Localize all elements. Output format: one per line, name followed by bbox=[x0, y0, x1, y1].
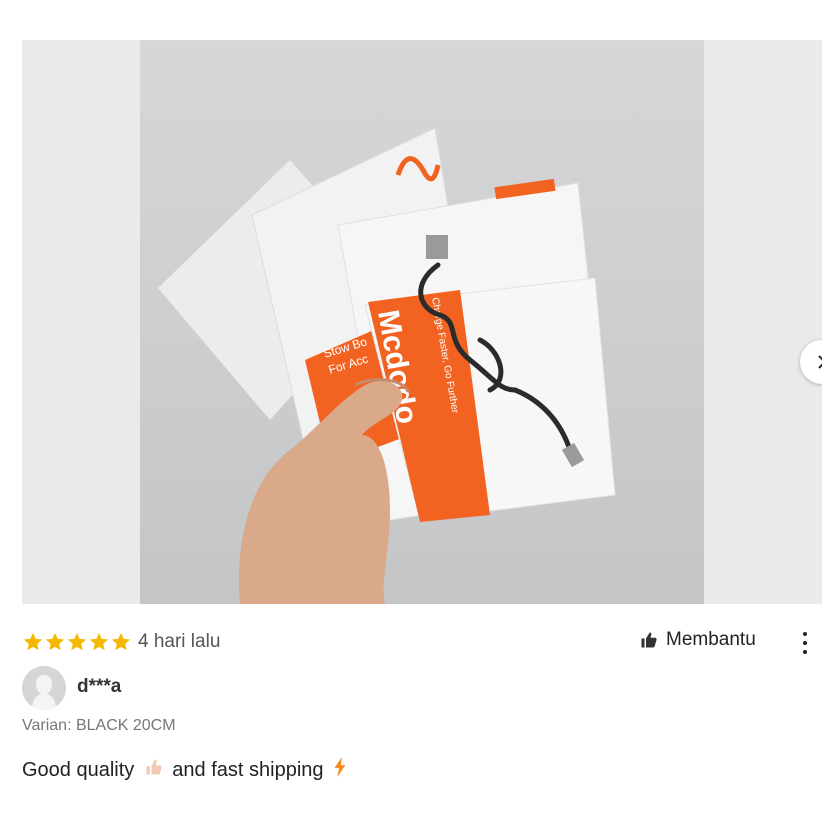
review-text-part-2: and fast shipping bbox=[172, 758, 324, 781]
review-text: Good quality and fast shipping bbox=[22, 757, 356, 783]
thumbs-up-emoji-icon bbox=[144, 757, 164, 783]
star-rating bbox=[22, 631, 132, 653]
avatar bbox=[22, 666, 66, 710]
review-time: 4 hari lalu bbox=[138, 631, 221, 652]
rating-row: 4 hari lalu bbox=[22, 628, 220, 656]
usb-connector bbox=[426, 235, 448, 259]
review-image-gallery[interactable]: Stow Bo For Acc Mcdodo Charge Faster, Go… bbox=[22, 40, 822, 604]
more-options-button[interactable] bbox=[793, 628, 817, 658]
star-icon bbox=[67, 632, 87, 651]
next-image-button[interactable] bbox=[800, 340, 822, 384]
review-text-part-1: Good quality bbox=[22, 758, 135, 781]
star-icon bbox=[89, 632, 109, 651]
chevron-right-icon bbox=[818, 355, 822, 369]
username: d***a bbox=[77, 676, 122, 697]
thumbs-up-icon bbox=[641, 632, 657, 648]
review-photo[interactable]: Stow Bo For Acc Mcdodo Charge Faster, Go… bbox=[140, 40, 704, 604]
lightning-emoji-icon bbox=[332, 757, 348, 783]
helpful-button[interactable]: Membantu bbox=[640, 629, 756, 651]
star-icon bbox=[111, 632, 131, 651]
user-silhouette-icon bbox=[22, 666, 66, 710]
variant-info: Varian: BLACK 20CM bbox=[22, 717, 176, 734]
star-icon bbox=[23, 632, 43, 651]
product-photo-illustration: Stow Bo For Acc Mcdodo Charge Faster, Go… bbox=[140, 40, 704, 604]
helpful-label: Membantu bbox=[666, 629, 756, 650]
star-icon bbox=[45, 632, 65, 651]
more-vertical-icon bbox=[803, 632, 807, 636]
